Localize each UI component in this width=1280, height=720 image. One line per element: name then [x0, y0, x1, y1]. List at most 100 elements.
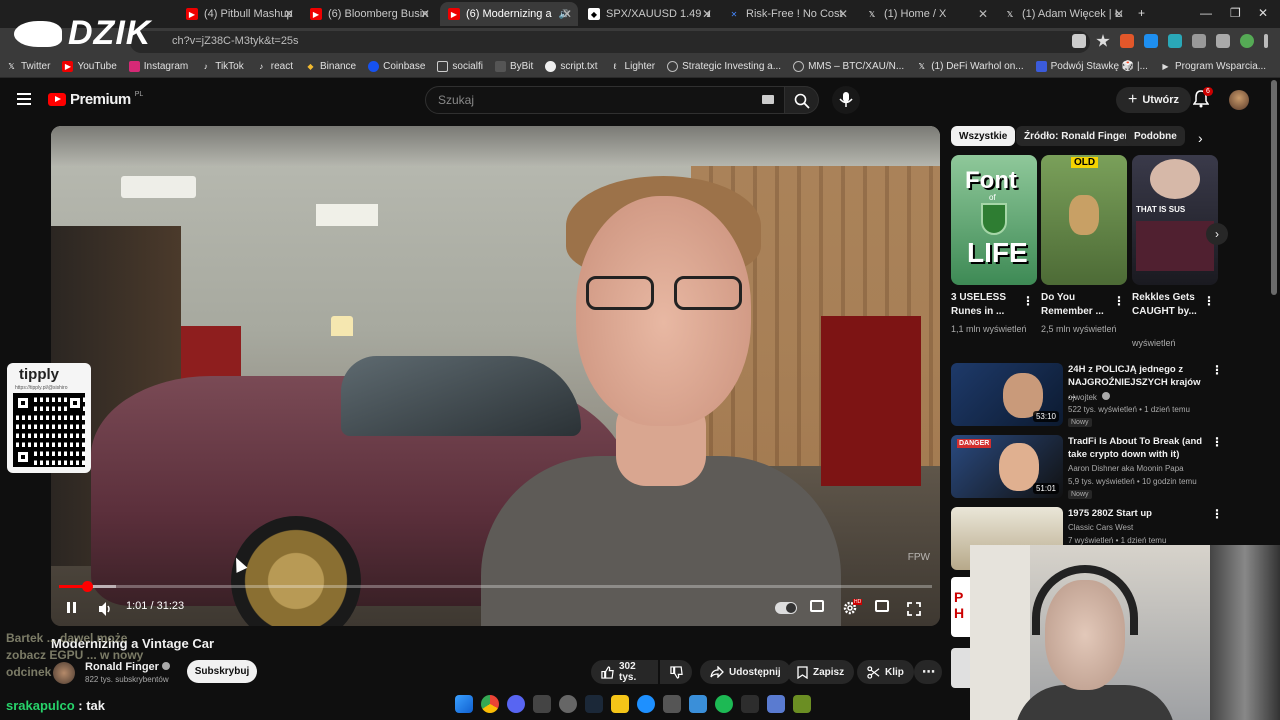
- more-vert-icon[interactable]: ⋮: [1211, 363, 1223, 377]
- app-icon[interactable]: [793, 695, 811, 713]
- browser-tab[interactable]: 𝕏 (1) Home / X ✕: [858, 2, 994, 26]
- bookmark[interactable]: Instagram: [128, 61, 188, 72]
- close-icon[interactable]: ✕: [420, 7, 430, 21]
- youtube-logo[interactable]: Premium PL: [48, 91, 143, 108]
- shorts-next-button[interactable]: ›: [1206, 223, 1228, 245]
- search-input[interactable]: Szukaj: [425, 86, 785, 114]
- more-vert-icon[interactable]: ⋮: [1211, 435, 1223, 449]
- like-button[interactable]: 302 tys.: [591, 660, 658, 684]
- close-icon[interactable]: ✕: [838, 7, 848, 21]
- browser-tab[interactable]: ▶ (4) Pitbull Mashup - YouT ✕: [178, 2, 300, 26]
- bookmark[interactable]: 𝕏 (1) DeFi Warhol on...: [916, 61, 1023, 72]
- save-button[interactable]: Zapisz: [787, 660, 855, 684]
- pause-icon[interactable]: [67, 599, 77, 617]
- bookmark[interactable]: ▶ Program Wsparcia...: [1160, 61, 1266, 72]
- close-icon[interactable]: ✕: [1114, 7, 1124, 21]
- video-player[interactable]: FPW 1:01 / 31:23 HD: [51, 126, 940, 626]
- bookmark[interactable]: ▶ YouTube: [62, 61, 117, 72]
- search-button[interactable]: [785, 86, 819, 114]
- chevron-right-icon[interactable]: ›: [1198, 130, 1203, 146]
- more-vert-icon[interactable]: ⋮: [1113, 294, 1125, 308]
- keyboard-icon[interactable]: [762, 95, 774, 104]
- page-scrollbar[interactable]: [1271, 80, 1277, 295]
- progress-bar[interactable]: [59, 581, 932, 592]
- fullscreen-icon[interactable]: [907, 600, 921, 618]
- more-actions-button[interactable]: ⋯: [914, 660, 942, 684]
- browser-tab[interactable]: ◆ SPX/XAUUSD 1.49 ▲ +3.2 ✕: [580, 2, 718, 26]
- menu-icon[interactable]: [1264, 34, 1268, 48]
- close-icon[interactable]: ✕: [284, 7, 294, 21]
- partial-thumbnail[interactable]: PH: [951, 577, 971, 637]
- autoplay-toggle[interactable]: [775, 602, 797, 614]
- recommended-video[interactable]: DANGER 51:01 TradFi Is About To Break (a…: [951, 435, 1223, 501]
- app-icon[interactable]: [767, 695, 785, 713]
- close-icon[interactable]: ✕: [562, 7, 572, 21]
- bookmark[interactable]: ♪ TikTok: [200, 61, 244, 72]
- steam-icon[interactable]: [585, 695, 603, 713]
- puzzle-icon[interactable]: [1192, 34, 1206, 48]
- chip-all[interactable]: Wszystkie: [951, 126, 1016, 146]
- star-icon[interactable]: [1096, 34, 1110, 47]
- spotify-icon[interactable]: [715, 695, 733, 713]
- miniplayer-icon[interactable]: [875, 600, 889, 612]
- recommended-video[interactable]: 53:10 24H z POLICJĄ jednego z NAJGROŹNIE…: [951, 363, 1223, 429]
- create-button[interactable]: + Utwórz: [1116, 87, 1192, 113]
- folder-icon[interactable]: [611, 695, 629, 713]
- partial-thumbnail[interactable]: [951, 648, 971, 688]
- more-vert-icon[interactable]: ⋮: [1203, 294, 1215, 308]
- restore-icon[interactable]: ❐: [1230, 6, 1241, 20]
- bookmark[interactable]: 𝕏 Twitter: [6, 61, 50, 72]
- app-icon[interactable]: [533, 695, 551, 713]
- bookmark[interactable]: MMS – BTC/XAU/N...: [793, 61, 904, 72]
- short-title[interactable]: Rekkles Gets CAUGHT by...: [1132, 291, 1212, 319]
- browser-tab-active[interactable]: ▶ (6) Modernizing a Vin 🔊 ✕: [440, 2, 578, 26]
- short-thumbnail[interactable]: THAT IS SUS: [1132, 155, 1218, 285]
- bookmark[interactable]: ByBit: [494, 61, 533, 72]
- browser-tab[interactable]: ✕ Risk-Free ! No Cost ! Hig ✕: [720, 2, 854, 26]
- new-tab-icon[interactable]: +: [1138, 6, 1145, 20]
- bookmark[interactable]: script.txt: [545, 61, 598, 72]
- app-icon[interactable]: [559, 695, 577, 713]
- close-icon[interactable]: ✕: [978, 7, 988, 21]
- address-bar[interactable]: ch?v=jZ38C-M3tyk&t=25s: [130, 31, 1090, 53]
- short-thumbnail[interactable]: OLD: [1041, 155, 1127, 285]
- app-icon[interactable]: [663, 695, 681, 713]
- chrome-icon[interactable]: [481, 695, 499, 713]
- short-title[interactable]: Do You Remember ...: [1041, 291, 1121, 319]
- bookmark[interactable]: Strategic Investing a...: [667, 61, 781, 72]
- discord-icon[interactable]: [507, 695, 525, 713]
- short-thumbnail[interactable]: Font of LIFE: [951, 155, 1037, 285]
- bookmark[interactable]: ♪ react: [256, 61, 293, 72]
- media-icon[interactable]: [1216, 34, 1230, 48]
- close-window-icon[interactable]: ✕: [1258, 6, 1268, 20]
- share-button[interactable]: Udostępnij: [700, 660, 791, 684]
- browser-tab[interactable]: ▶ (6) Bloomberg Business N ✕: [302, 2, 436, 26]
- app-icon[interactable]: [741, 695, 759, 713]
- hamburger-menu-icon[interactable]: [17, 93, 31, 105]
- scrubber-handle[interactable]: [81, 581, 93, 592]
- dislike-button[interactable]: [660, 660, 692, 684]
- clip-button[interactable]: Klip: [857, 660, 914, 684]
- close-icon[interactable]: ✕: [702, 7, 712, 21]
- more-vert-icon[interactable]: ⋮: [1022, 294, 1034, 308]
- chip-similar[interactable]: Podobne: [1126, 126, 1185, 146]
- voice-search-button[interactable]: [832, 86, 860, 114]
- bookmark[interactable]: Podwój Stawkę 🎲 |...: [1035, 61, 1148, 72]
- app-icon[interactable]: [689, 695, 707, 713]
- subtitles-icon[interactable]: [810, 600, 824, 612]
- more-vert-icon[interactable]: ⋮: [1211, 507, 1223, 521]
- extension-blue-icon[interactable]: [1144, 34, 1158, 48]
- extension-fox-icon[interactable]: [1120, 34, 1134, 48]
- subscribe-button[interactable]: Subskrybuj: [187, 660, 257, 683]
- bookmark[interactable]: Coinbase: [368, 61, 425, 72]
- install-icon[interactable]: [1072, 34, 1086, 48]
- bookmark[interactable]: socialfi: [437, 61, 483, 72]
- bookmark[interactable]: ℓ Lighter: [610, 61, 655, 72]
- account-avatar[interactable]: [1229, 90, 1249, 110]
- chip-source[interactable]: Źródło: Ronald Finger: [1016, 126, 1137, 146]
- extension-teal-icon[interactable]: [1168, 34, 1182, 48]
- app-icon[interactable]: [637, 695, 655, 713]
- browser-tab[interactable]: 𝕏 (1) Adam Więcek | Ło ✕: [996, 2, 1130, 26]
- bookmark[interactable]: ◆ Binance: [305, 61, 356, 72]
- windows-start-icon[interactable]: [455, 695, 473, 713]
